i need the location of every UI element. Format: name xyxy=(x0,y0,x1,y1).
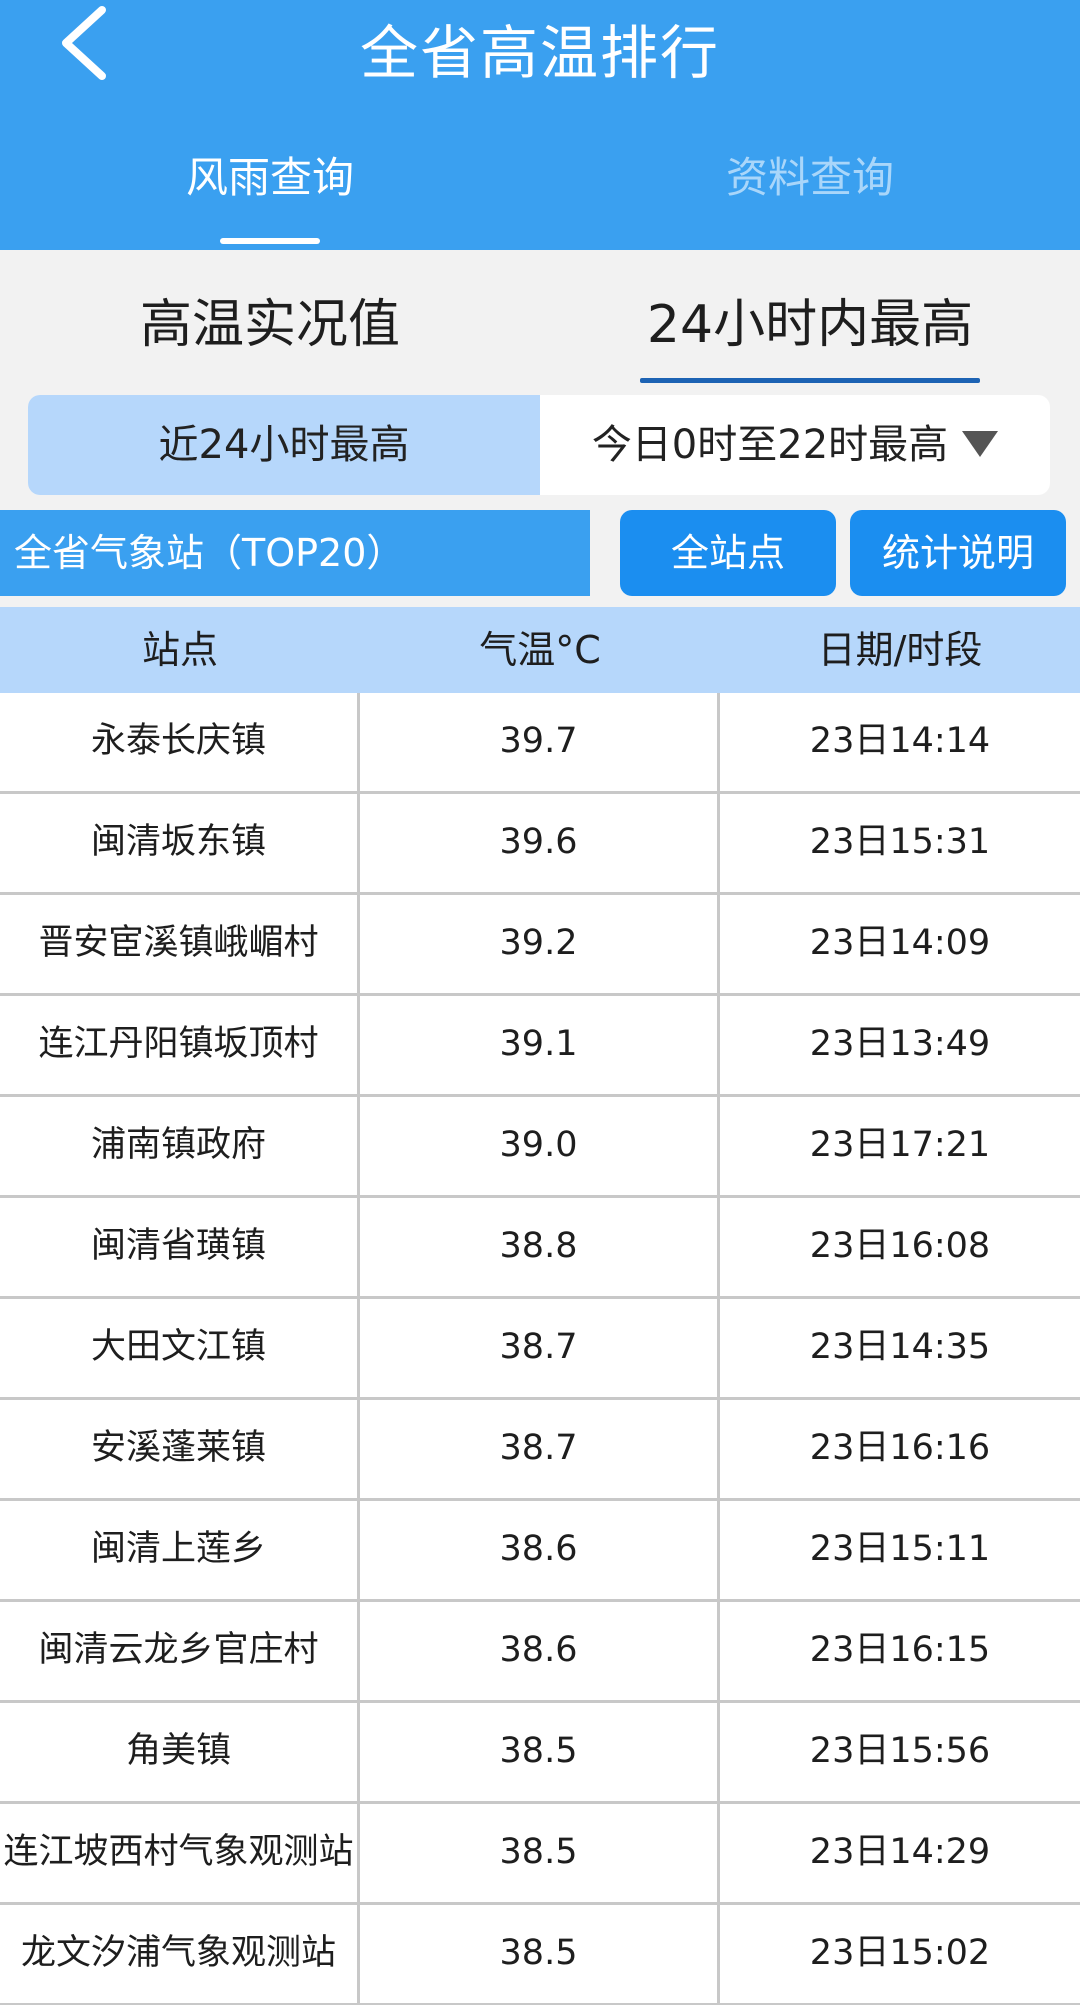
subtab-live-high-temp[interactable]: 高温实况值 xyxy=(0,290,540,360)
station-cell: 永泰长庆镇 xyxy=(0,693,360,791)
table-row[interactable]: 浦南镇政府 39.0 23日17:21 xyxy=(0,1097,1080,1198)
station-cell: 龙文汐浦气象观测站 xyxy=(0,1905,360,2003)
table-row[interactable]: 龙文汐浦气象观测站 38.5 23日15:02 xyxy=(0,1905,1080,2005)
active-subtab-indicator xyxy=(640,378,980,383)
temperature-cell: 39.6 xyxy=(360,794,720,892)
active-tab-indicator xyxy=(220,238,320,244)
station-cell: 闽清上莲乡 xyxy=(0,1501,360,1599)
scope-label: 全省气象站（TOP20） xyxy=(0,510,590,596)
table-row[interactable]: 晋安宦溪镇峨嵋村 39.2 23日14:09 xyxy=(0,895,1080,996)
temperature-cell: 39.7 xyxy=(360,693,720,791)
time-cell: 23日16:15 xyxy=(809,1630,991,1670)
page-title: 全省高温排行 xyxy=(359,19,720,87)
temperature-cell: 39.2 xyxy=(360,895,720,993)
temperature-cell: 39.1 xyxy=(360,996,720,1094)
time-cell: 23日15:02 xyxy=(809,1933,991,1973)
temperature-cell: 38.7 xyxy=(360,1299,720,1397)
station-cell: 闽清省璜镇 xyxy=(0,1198,360,1296)
table-row[interactable]: 角美镇 38.5 23日15:56 xyxy=(0,1703,1080,1804)
tab-weather-query[interactable]: 风雨查询 xyxy=(0,150,540,206)
temperature-cell: 39.0 xyxy=(360,1097,720,1195)
temperature-cell: 38.5 xyxy=(360,1905,720,2003)
stats-info-button[interactable]: 统计说明 xyxy=(850,510,1066,596)
table-row[interactable]: 连江坡西村气象观测站 38.5 23日14:29 xyxy=(0,1804,1080,1905)
time-cell: 23日16:16 xyxy=(809,1428,991,1468)
station-cell: 闽清云龙乡官庄村 xyxy=(0,1602,360,1700)
station-cell: 晋安宦溪镇峨嵋村 xyxy=(0,895,360,993)
time-cell: 23日14:35 xyxy=(809,1327,991,1367)
station-cell: 连江丹阳镇坂顶村 xyxy=(0,996,360,1094)
temperature-cell: 38.6 xyxy=(360,1602,720,1700)
table-row[interactable]: 连江丹阳镇坂顶村 39.1 23日13:49 xyxy=(0,996,1080,1097)
temperature-cell: 38.6 xyxy=(360,1501,720,1599)
station-cell: 闽清坂东镇 xyxy=(0,794,360,892)
column-header-temperature: 气温°C xyxy=(479,628,601,672)
time-cell: 23日14:09 xyxy=(809,923,991,963)
table-row[interactable]: 闽清省璜镇 38.8 23日16:08 xyxy=(0,1198,1080,1299)
column-header-station: 站点 xyxy=(141,628,218,672)
station-cell: 连江坡西村气象观测站 xyxy=(0,1804,360,1902)
table-header: 站点 气温°C 日期/时段 xyxy=(0,607,1080,693)
time-cell: 23日14:14 xyxy=(809,721,991,761)
time-range-selector: 近24小时最高 今日0时至22时最高 xyxy=(28,395,1050,495)
table-row[interactable]: 闽清云龙乡官庄村 38.6 23日16:15 xyxy=(0,1602,1080,1703)
top-bar: 全省高温排行 风雨查询 资料查询 xyxy=(0,0,1080,250)
time-cell: 23日15:31 xyxy=(809,822,991,862)
table-row[interactable]: 永泰长庆镇 39.7 23日14:14 xyxy=(0,693,1080,794)
time-cell: 23日15:11 xyxy=(809,1529,991,1569)
table-row[interactable]: 安溪蓬莱镇 38.7 23日16:16 xyxy=(0,1400,1080,1501)
all-stations-button[interactable]: 全站点 xyxy=(620,510,836,596)
station-cell: 安溪蓬莱镇 xyxy=(0,1400,360,1498)
station-cell: 角美镇 xyxy=(0,1703,360,1801)
table-row[interactable]: 闽清上莲乡 38.6 23日15:11 xyxy=(0,1501,1080,1602)
time-cell: 23日13:49 xyxy=(809,1024,991,1064)
range-option-today-dropdown[interactable]: 今日0时至22时最高 xyxy=(540,395,1050,495)
time-cell: 23日16:08 xyxy=(809,1226,991,1266)
temperature-cell: 38.8 xyxy=(360,1198,720,1296)
column-header-time: 日期/时段 xyxy=(817,628,983,672)
time-cell: 23日14:29 xyxy=(809,1832,991,1872)
time-cell: 23日15:56 xyxy=(809,1731,991,1771)
subtab-24h-max[interactable]: 24小时内最高 xyxy=(540,290,1080,360)
range-option-recent-24h[interactable]: 近24小时最高 xyxy=(28,395,540,495)
ranking-table[interactable]: 永泰长庆镇 39.7 23日14:14 闽清坂东镇 39.6 23日15:31 … xyxy=(0,693,1080,2005)
tab-data-query[interactable]: 资料查询 xyxy=(540,150,1080,206)
range-option-today-label: 今日0时至22时最高 xyxy=(591,422,949,468)
temperature-cell: 38.5 xyxy=(360,1703,720,1801)
dropdown-caret-icon xyxy=(962,431,999,457)
time-cell: 23日17:21 xyxy=(809,1125,991,1165)
temperature-cell: 38.7 xyxy=(360,1400,720,1498)
station-cell: 大田文江镇 xyxy=(0,1299,360,1397)
table-row[interactable]: 大田文江镇 38.7 23日14:35 xyxy=(0,1299,1080,1400)
temperature-cell: 38.5 xyxy=(360,1804,720,1902)
table-row[interactable]: 闽清坂东镇 39.6 23日15:31 xyxy=(0,794,1080,895)
station-cell: 浦南镇政府 xyxy=(0,1097,360,1195)
